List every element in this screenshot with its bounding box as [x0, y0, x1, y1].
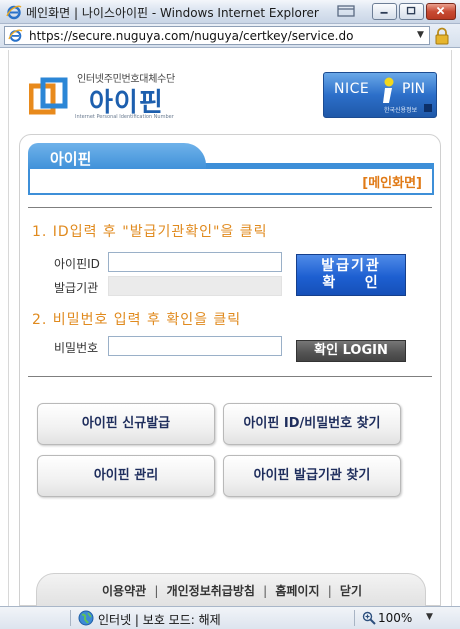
footer-separator: | [154, 584, 159, 598]
globe-icon [78, 610, 94, 626]
address-bar: https://secure.nuguya.com/nuguya/certkey… [0, 24, 460, 48]
window-titlebar: 메인화면 | 나이스아이핀 - Windows Internet Explore… [0, 0, 460, 24]
url-dropdown-icon[interactable]: ▼ [417, 27, 424, 44]
minimize-button[interactable] [372, 3, 397, 20]
zoom-level[interactable]: 100% [378, 611, 412, 625]
find-id-password-button[interactable]: 아이핀 ID/비밀번호 찾기 [223, 403, 401, 445]
status-divider [70, 610, 71, 626]
url-text: https://secure.nuguya.com/nuguya/certkey… [29, 29, 354, 43]
find-issuer-button[interactable]: 아이핀 발급기관 찾기 [223, 455, 401, 497]
security-zone-text[interactable]: 인터넷 | 보호 모드: 해제 [98, 611, 221, 628]
confirm-issuer-line2: 확 인 [322, 275, 380, 291]
main-page-link[interactable]: [메인화면] [362, 172, 422, 191]
footer-bar: 이용약관 | 개인정보취급방침 | 홈페이지 | 닫기 [36, 573, 426, 607]
login-card: 아이핀 [메인화면] 1. ID입력 후 "발급기관확인"을 클릭 아이핀ID … [19, 134, 441, 607]
tab-panel: 아이핀 [메인화면] [28, 143, 434, 195]
divider-middle [28, 376, 432, 377]
internet-explorer-icon [6, 5, 22, 20]
status-bar: 인터넷 | 보호 모드: 해제 100% ▼ [0, 606, 460, 629]
step1-title: 1. ID입력 후 "발급기관확인"을 클릭 [32, 224, 268, 240]
new-issue-button[interactable]: 아이핀 신규발급 [37, 403, 215, 445]
confirm-issuer-button[interactable]: 발급기관 확 인 [296, 254, 406, 296]
url-field[interactable]: https://secure.nuguya.com/nuguya/certkey… [4, 26, 430, 45]
password-label: 비밀번호 [54, 341, 99, 355]
footer-links: 이용약관 | 개인정보취급방침 | 홈페이지 | 닫기 [37, 582, 427, 599]
nice-logo-sub: 한국신용정보 [384, 107, 418, 114]
zoom-dropdown-icon[interactable]: ▼ [426, 612, 433, 622]
status-divider [354, 610, 355, 626]
nice-logo-pin: PIN [402, 81, 426, 97]
tab-ipin-label: 아이핀 [50, 150, 92, 168]
window-restore-layout-icon[interactable] [336, 4, 356, 18]
login-button[interactable]: 확인 LOGIN [296, 340, 406, 362]
privacy-policy-link[interactable]: 개인정보취급방침 [167, 582, 255, 599]
close-icon [436, 6, 445, 15]
confirm-issuer-line1: 발급기관 [321, 258, 381, 274]
nice-ipin-logo: NICE PIN 한국신용정보 [323, 72, 437, 118]
close-link[interactable]: 닫기 [340, 582, 362, 599]
footer-separator: | [327, 584, 332, 598]
page-content: 인터넷주민번호대체수단 아이핀 Internet Personal Identi… [8, 50, 452, 607]
logo-brand-sub: Internet Personal Identification Number [75, 114, 174, 120]
homepage-link[interactable]: 홈페이지 [275, 582, 319, 599]
ipin-id-label: 아이핀ID [54, 257, 100, 271]
step2-title: 2. 비밀번호 입력 후 확인을 클릭 [32, 312, 242, 328]
nice-logo-square-icon [424, 104, 432, 112]
close-window-button[interactable] [426, 3, 456, 20]
divider-top [28, 207, 432, 208]
header: 인터넷주민번호대체수단 아이핀 Internet Personal Identi… [19, 60, 441, 128]
zoom-icon[interactable] [362, 611, 376, 625]
issuer-field [108, 276, 282, 296]
issuer-label: 발급기관 [54, 281, 99, 295]
footer-separator: | [263, 584, 268, 598]
nice-logo-text: NICE [334, 81, 370, 97]
ipin-id-input[interactable] [108, 252, 282, 272]
page-ie-icon [8, 29, 23, 42]
tab-ipin[interactable]: 아이핀 [28, 143, 206, 171]
terms-link[interactable]: 이용약관 [102, 582, 146, 599]
lock-icon[interactable] [434, 27, 450, 45]
minimize-icon [380, 11, 388, 14]
window-title: 메인화면 | 나이스아이핀 - Windows Internet Explore… [26, 6, 319, 20]
manage-ipin-button[interactable]: 아이핀 관리 [37, 455, 215, 497]
ipin-logo-icon [29, 77, 68, 115]
tab-content-box: [메인화면] [28, 169, 434, 195]
password-input[interactable] [108, 336, 282, 356]
nice-i-icon [383, 77, 394, 103]
maximize-icon [406, 6, 416, 15]
maximize-button[interactable] [399, 3, 424, 20]
